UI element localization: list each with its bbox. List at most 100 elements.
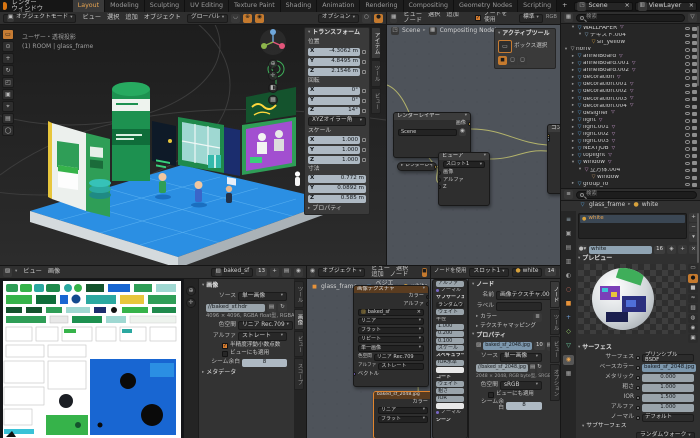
use-nodes-checkbox[interactable]: [475, 15, 481, 21]
hide-eye-icon[interactable]: [685, 84, 690, 88]
outliner-row[interactable]: ▾ ▽ テキスト.004 ▽: [561, 32, 700, 39]
object-name[interactable]: light.001: [583, 125, 609, 131]
fake-user-shield-icon[interactable]: ◈: [667, 245, 676, 254]
object-name[interactable]: slf_yellow: [597, 40, 625, 46]
pan-hand-icon[interactable]: ✛: [268, 71, 278, 81]
workspace-tab[interactable]: Texture Paint: [229, 0, 281, 12]
property-value-field[interactable]: 1.500: [642, 394, 694, 402]
bsdf-row[interactable]: 粗さ: [433, 388, 467, 395]
reload-icon[interactable]: ↻: [278, 303, 287, 312]
property-value-field[interactable]: 1.000: [642, 404, 694, 412]
object-name[interactable]: window: [597, 175, 619, 181]
shader1-menu-item[interactable]: 追加: [368, 271, 386, 278]
render-visibility-icon[interactable]: [692, 140, 697, 144]
outliner-row[interactable]: ▸ ▽ annelBoard.002 ▽: [561, 68, 700, 75]
bsdf-row[interactable]: 0.100: [433, 338, 467, 345]
object-name[interactable]: noriV: [576, 47, 591, 53]
bsdf-row[interactable]: サブサーフェス: [433, 294, 467, 301]
outliner-row[interactable]: ▸ ▽ group_fo ▽: [561, 181, 700, 188]
properties-section-header[interactable]: ▾プロパティ: [472, 331, 546, 341]
bsdf-row[interactable]: コート: [433, 373, 467, 380]
preview-type-icon[interactable]: ≈: [688, 294, 698, 303]
principled-bsdf-node[interactable]: アルファ ノーマル サブサーフェス ランダムウォーク: [432, 279, 468, 438]
subsurface-method-dropdown[interactable]: ランダムウォーク▾: [636, 432, 695, 438]
unlink-icon[interactable]: ×: [624, 3, 629, 9]
lock-icon[interactable]: [362, 158, 366, 162]
shader-type-dropdown[interactable]: オブジェクト▾: [318, 268, 365, 277]
render-visibility-icon[interactable]: [692, 168, 697, 172]
outliner-search-input[interactable]: 検索: [576, 14, 685, 22]
node-name-field[interactable]: 画像テクスチャ.001: [496, 291, 557, 300]
viewer-slot-dropdown[interactable]: スロット1▾: [443, 161, 485, 168]
select-extend-icon[interactable]: ◻: [508, 56, 517, 65]
property-value-field[interactable]: baked_sf_2048.jpg: [642, 364, 696, 372]
properties-tab-icon[interactable]: ≡: [563, 215, 574, 225]
viewport-menu-item[interactable]: 追加: [122, 14, 140, 21]
viewport-tool-button[interactable]: ↻: [2, 65, 14, 76]
properties-tab-icon[interactable]: ▤: [563, 243, 574, 253]
zoom-icon[interactable]: ⊕: [268, 59, 278, 69]
material-slot-name[interactable]: white: [588, 216, 603, 222]
scene-field[interactable]: Scene: [398, 129, 457, 136]
view-as-render-checkbox[interactable]: [222, 351, 228, 357]
bsdf-row[interactable]: アルファ: [433, 280, 467, 287]
render-visibility-icon[interactable]: [692, 105, 697, 109]
colorspace-dropdown[interactable]: sRGB▾: [500, 381, 542, 390]
pan-hand-icon[interactable]: ✛: [186, 298, 196, 308]
object-name[interactable]: テキスト.004: [590, 33, 626, 39]
object-name[interactable]: NEXTJOB: [583, 146, 609, 152]
hide-eye-icon[interactable]: [685, 105, 690, 109]
material-users-count[interactable]: 14: [545, 268, 556, 276]
location-field[interactable]: Z2.1546 m: [305, 67, 369, 77]
material-name-field[interactable]: white: [589, 246, 652, 254]
node-image-selector[interactable]: ▨baked_sf×: [358, 309, 424, 316]
hide-eye-icon[interactable]: [685, 34, 690, 38]
rotation-field[interactable]: X0°: [305, 86, 369, 96]
workspace-tab[interactable]: Animation: [317, 0, 360, 12]
workspace-tab[interactable]: UV Editing: [185, 0, 229, 12]
object-name[interactable]: WALLPAPER: [583, 26, 617, 32]
node-label-field[interactable]: [496, 302, 542, 311]
input-socket[interactable]: [438, 171, 441, 175]
viewport-menu-item[interactable]: オブジェクト: [141, 14, 184, 21]
outliner-row[interactable]: ▸ ▽ annelBoard ▽: [561, 53, 700, 60]
source-dropdown[interactable]: 単一画像▾: [500, 353, 542, 362]
outliner-row[interactable]: ▸ ▽ NEXTJOB ▽: [561, 146, 700, 153]
render-icon[interactable]: ◉: [459, 129, 466, 136]
property-value-field[interactable]: デフォルト: [642, 414, 694, 422]
lock-icon[interactable]: [362, 109, 366, 113]
lock-icon[interactable]: [362, 89, 366, 93]
sidebar-tab[interactable]: 画像: [294, 309, 304, 330]
snap-magnet-icon[interactable]: ◡: [231, 14, 240, 23]
hide-eye-icon[interactable]: [685, 176, 690, 180]
grid-ortho-icon[interactable]: ▦: [268, 95, 278, 105]
workspace-tab[interactable]: Modeling: [105, 0, 145, 12]
users-count[interactable]: 16: [654, 246, 665, 254]
rotation-field[interactable]: Y0°: [305, 96, 369, 106]
outliner-row[interactable]: ▸ ▽ decoration.002 ▽: [561, 89, 700, 96]
property-value-field[interactable]: プリンシプルBSDF: [642, 354, 694, 362]
workspace-tab[interactable]: Scripting: [518, 0, 557, 12]
hide-eye-icon[interactable]: [685, 126, 690, 130]
render-visibility-icon[interactable]: [692, 97, 697, 101]
outliner-row[interactable]: ▸ ▽ toplight ▽: [561, 153, 700, 160]
image-output-socket[interactable]: [468, 122, 471, 126]
properties-collapsed-section[interactable]: ▸プロパティ: [305, 204, 369, 214]
open-folder-icon[interactable]: ▤: [267, 303, 276, 312]
hide-eye-icon[interactable]: [685, 48, 690, 52]
output-socket[interactable]: [426, 302, 429, 306]
lock-icon[interactable]: [362, 148, 366, 152]
render-visibility-icon[interactable]: [692, 183, 697, 187]
shading-dropdown[interactable]: 標準▾: [519, 14, 543, 23]
properties-tab-icon[interactable]: ◉: [563, 355, 574, 365]
image-users-count[interactable]: 13: [256, 268, 267, 276]
sidebar-tab[interactable]: ツール: [550, 309, 560, 336]
preview-type-icon[interactable]: ▨: [688, 304, 698, 313]
properties-tab-icon[interactable]: ◐: [563, 271, 574, 281]
object-name[interactable]: annelBoard.002: [583, 68, 629, 74]
hide-eye-icon[interactable]: [685, 69, 690, 73]
preview-type-icon[interactable]: ●: [688, 274, 698, 283]
location-field[interactable]: Y4.8495 m: [305, 57, 369, 67]
transform-panel-header[interactable]: ▾トランスフォーム: [305, 28, 369, 38]
outliner-row[interactable]: ▸ ▽ light.002 ▽: [561, 131, 700, 138]
